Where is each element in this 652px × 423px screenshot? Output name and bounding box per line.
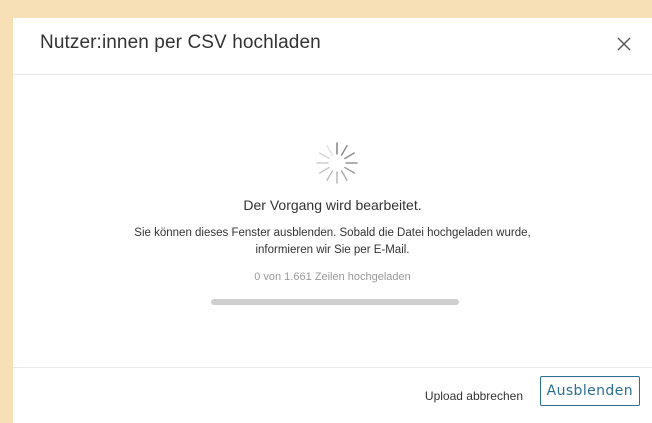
hide-button[interactable]: Ausblenden xyxy=(539,376,640,406)
status-title: Der Vorgang wird bearbeitet. xyxy=(243,197,422,213)
progress-text: 0 von 1.661 Zeilen hochgeladen xyxy=(254,271,411,283)
progress-bar xyxy=(211,299,459,305)
dialog-header: Nutzer:innen per CSV hochladen xyxy=(13,18,652,75)
spinner-spoke xyxy=(326,144,334,156)
spinner-spoke xyxy=(340,170,348,182)
spinner-spoke xyxy=(344,166,356,174)
loading-spinner-icon xyxy=(311,137,363,189)
dialog-footer: Upload abbrechen Ausblenden xyxy=(13,368,652,423)
cancel-upload-button[interactable]: Upload abbrechen xyxy=(425,385,523,407)
spinner-spoke xyxy=(318,166,330,174)
spinner-spoke xyxy=(344,152,356,160)
status-message-line1: Sie können dieses Fenster ausblenden. So… xyxy=(134,227,531,239)
spinner-spoke xyxy=(318,152,330,160)
dialog-body: Der Vorgang wird bearbeitet. Sie können … xyxy=(13,75,652,368)
close-icon[interactable] xyxy=(612,32,636,56)
spinner-spoke xyxy=(340,144,348,156)
spinner-spoke xyxy=(326,170,334,182)
status-message-line2: informieren wir Sie per E-Mail. xyxy=(255,244,410,256)
status-message: Sie können dieses Fenster ausblenden. So… xyxy=(73,225,592,259)
upload-dialog: Nutzer:innen per CSV hochladen Der Vorga… xyxy=(13,18,652,423)
dialog-title: Nutzer:innen per CSV hochladen xyxy=(40,32,321,53)
